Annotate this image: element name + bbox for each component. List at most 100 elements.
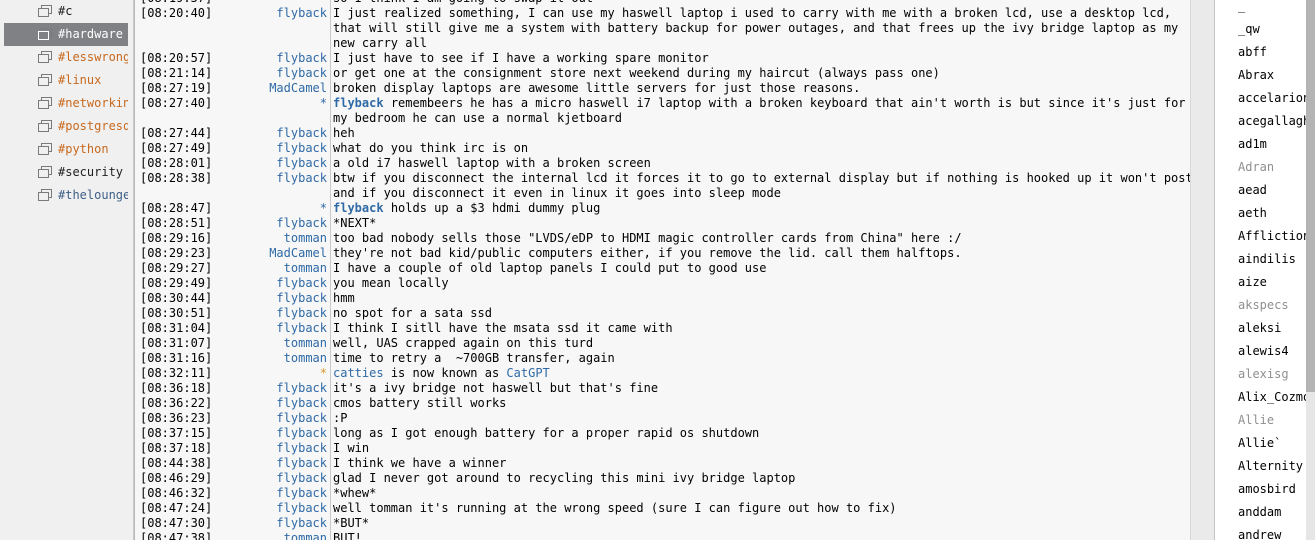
channel-icon bbox=[38, 166, 52, 179]
nick[interactable]: tomman bbox=[135, 336, 327, 351]
user-list-item[interactable]: Allie bbox=[1238, 409, 1315, 432]
nick[interactable]: flyback bbox=[135, 51, 327, 66]
action-nick[interactable]: flyback bbox=[333, 96, 384, 110]
message-text: well tomman it's running at the wrong sp… bbox=[333, 501, 897, 515]
user-list-item[interactable]: alewis4 bbox=[1238, 340, 1315, 363]
nick[interactable]: flyback bbox=[135, 396, 327, 411]
nick[interactable]: flyback bbox=[135, 306, 327, 321]
chat-line: [08:30:51] flyback no spot for a sata ssd bbox=[135, 306, 1190, 321]
chat-line: new carry all bbox=[135, 36, 1190, 51]
channel-item[interactable]: #security bbox=[4, 161, 128, 184]
nick[interactable]: flyback bbox=[135, 141, 327, 156]
action-text: holds up a $3 hdmi dummy plug bbox=[390, 201, 601, 215]
nick[interactable]: tomman bbox=[135, 261, 327, 276]
channel-item[interactable]: #c bbox=[4, 0, 128, 23]
nick[interactable]: flyback bbox=[135, 381, 327, 396]
user-list-item[interactable]: aize bbox=[1238, 271, 1315, 294]
channel-item[interactable]: #thelounge bbox=[4, 184, 128, 207]
nick[interactable]: * bbox=[135, 96, 327, 111]
nick[interactable]: flyback bbox=[135, 216, 327, 231]
message-text: heh bbox=[333, 126, 355, 140]
chat-line: [08:29:49] flyback you mean locally bbox=[135, 276, 1190, 291]
nick[interactable]: flyback bbox=[135, 171, 327, 186]
chat-line: [08:28:01] flyback a old i7 haswell laptop… bbox=[135, 156, 1190, 171]
channel-item[interactable]: #lesswrong bbox=[4, 46, 128, 69]
nick[interactable]: * bbox=[135, 366, 327, 381]
user-list-item[interactable]: alexisg bbox=[1238, 363, 1315, 386]
user-list-item[interactable]: Adran bbox=[1238, 156, 1315, 179]
chat-line: my bedroom he can use a normal kjetboard bbox=[135, 111, 1190, 126]
new-nick[interactable]: CatGPT bbox=[506, 366, 549, 380]
chat-line: [08:31:04] flyback I think I sitll have th… bbox=[135, 321, 1190, 336]
chat-line: [08:28:51] flyback *NEXT* bbox=[135, 216, 1190, 231]
nick[interactable]: flyback bbox=[135, 126, 327, 141]
nick[interactable]: * bbox=[135, 201, 327, 216]
channel-icon bbox=[38, 51, 52, 64]
nick[interactable]: flyback bbox=[135, 291, 327, 306]
nick[interactable]: flyback bbox=[135, 321, 327, 336]
user-list-item[interactable]: ad1m bbox=[1238, 133, 1315, 156]
chat-line: [08:29:23] MadCamel they're not bad kid/pu… bbox=[135, 246, 1190, 261]
user-list-item[interactable]: Affliction bbox=[1238, 225, 1315, 248]
user-list-item[interactable]: Alternity bbox=[1238, 455, 1315, 478]
user-list-item[interactable]: acegallagher bbox=[1238, 110, 1315, 133]
user-list-item[interactable]: aeth bbox=[1238, 202, 1315, 225]
nick[interactable]: tomman bbox=[135, 531, 327, 540]
nick[interactable]: flyback bbox=[135, 6, 327, 21]
nick[interactable]: flyback bbox=[135, 501, 327, 516]
message-text: glad I never got around to recycling thi… bbox=[333, 471, 796, 485]
user-list-scrollbar-thumb[interactable] bbox=[1306, 0, 1315, 392]
message-text: they're not bad kid/public computers eit… bbox=[333, 246, 962, 260]
nick[interactable]: flyback bbox=[135, 456, 327, 471]
user-list-item[interactable]: Allie` bbox=[1238, 432, 1315, 455]
nick[interactable]: flyback bbox=[135, 411, 327, 426]
chat-line: [08:27:44] flyback heh bbox=[135, 126, 1190, 141]
message-text: hmm bbox=[333, 291, 355, 305]
channel-name: #lesswrong bbox=[58, 50, 128, 64]
user-list-item[interactable]: accelarion bbox=[1238, 87, 1315, 110]
user-list-item[interactable]: Alix_Cozmo bbox=[1238, 386, 1315, 409]
action-nick[interactable]: flyback bbox=[333, 201, 384, 215]
nick[interactable]: flyback bbox=[135, 156, 327, 171]
channel-item[interactable]: #python bbox=[4, 138, 128, 161]
user-list-item[interactable]: abff bbox=[1238, 41, 1315, 64]
chat-line: [08:29:16] tomman too bad nobody sells tho… bbox=[135, 231, 1190, 246]
channel-icon bbox=[38, 5, 52, 18]
nick[interactable]: flyback bbox=[135, 486, 327, 501]
nick[interactable]: flyback bbox=[135, 426, 327, 441]
nick[interactable]: flyback bbox=[135, 516, 327, 531]
user-list-item[interactable]: aleksi bbox=[1238, 317, 1315, 340]
user-list-scrollbar[interactable] bbox=[1306, 0, 1315, 540]
user-list-item[interactable]: aindilis bbox=[1238, 248, 1315, 271]
channel-tree: #c #hardware #lesswrong #linux #networking #p… bbox=[0, 0, 128, 540]
channel-name: #python bbox=[58, 142, 109, 156]
channel-item[interactable]: #networking bbox=[4, 92, 128, 115]
user-list-item[interactable]: akspecs bbox=[1238, 294, 1315, 317]
nick[interactable]: flyback bbox=[135, 276, 327, 291]
channel-item[interactable]: #linux bbox=[4, 69, 128, 92]
user-list-item[interactable]: andrew bbox=[1238, 524, 1315, 540]
user-list-item[interactable]: Abrax bbox=[1238, 64, 1315, 87]
channel-item[interactable]: #hardware bbox=[4, 23, 128, 46]
nick[interactable]: flyback bbox=[135, 441, 327, 456]
user-list-item[interactable]: anddam bbox=[1238, 501, 1315, 524]
nick[interactable]: MadCamel bbox=[135, 81, 327, 96]
nick[interactable]: tomman bbox=[135, 231, 327, 246]
user-list-item[interactable]: _ bbox=[1238, 0, 1315, 18]
channel-item[interactable]: #postgresql bbox=[4, 115, 128, 138]
nick[interactable]: flyback bbox=[135, 66, 327, 81]
message-text: flyback holds up a $3 hdmi dummy plug bbox=[333, 201, 600, 215]
user-list-item[interactable]: amosbird bbox=[1238, 478, 1315, 501]
user-list-item[interactable]: _qw bbox=[1238, 18, 1315, 41]
user-list-item[interactable]: aead bbox=[1238, 179, 1315, 202]
nick[interactable]: MadCamel bbox=[135, 246, 327, 261]
chat-line: [08:31:16] tomman time to retry a ~700GB t… bbox=[135, 351, 1190, 366]
channel-name: #thelounge bbox=[58, 188, 128, 202]
old-nick[interactable]: catties bbox=[333, 366, 384, 380]
chat-line: [08:44:38] flyback I think we have a winne… bbox=[135, 456, 1190, 471]
channel-icon bbox=[38, 120, 52, 133]
chat-scrollbar[interactable] bbox=[1190, 0, 1214, 540]
nick[interactable]: tomman bbox=[135, 351, 327, 366]
message-text: BUT! bbox=[333, 531, 362, 540]
nick[interactable]: flyback bbox=[135, 471, 327, 486]
